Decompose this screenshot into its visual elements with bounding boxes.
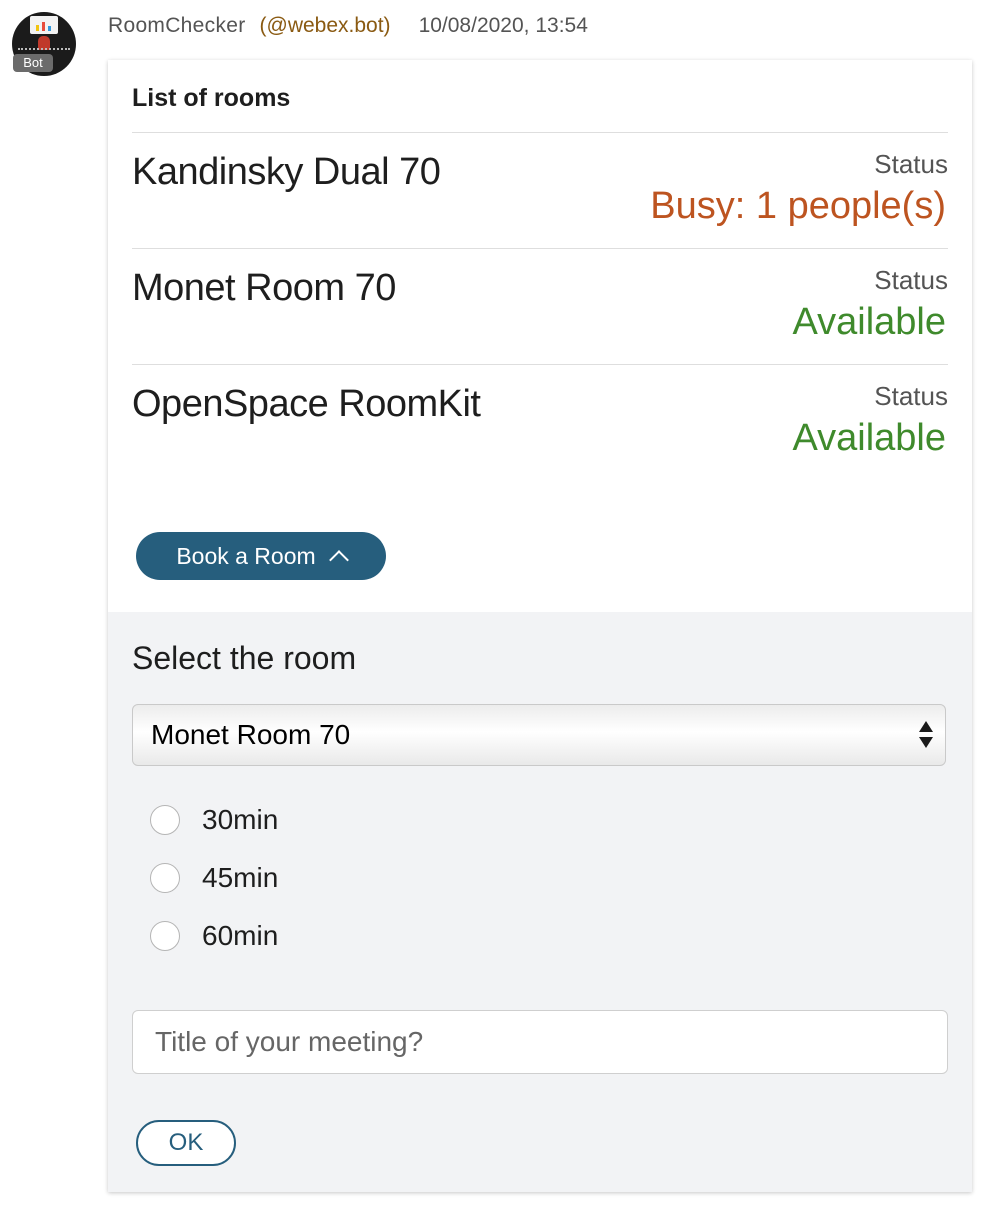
meeting-title-input[interactable]: [132, 1010, 948, 1074]
duration-label: 60min: [202, 920, 279, 951]
ok-button[interactable]: OK: [136, 1120, 236, 1166]
message-header: RoomChecker (@webex.bot) 10/08/2020, 13:…: [108, 12, 588, 40]
room-name: Kandinsky Dual 70: [132, 151, 441, 193]
room-status-value: Busy: 1 people(s): [650, 185, 946, 227]
book-a-room-button[interactable]: Book a Room: [136, 532, 386, 580]
select-arrows-icon: [919, 721, 933, 749]
room-name: OpenSpace RoomKit: [132, 383, 481, 425]
room-status-label: Status: [874, 265, 948, 295]
room-select-value: Monet Room 70: [151, 719, 351, 750]
room-status-value: Available: [792, 301, 946, 343]
room-row: Monet Room 70 Status Available: [132, 248, 948, 364]
sender-handle: (@webex.bot): [259, 14, 391, 37]
room-status-value: Available: [792, 417, 946, 459]
duration-label: 30min: [202, 804, 279, 835]
book-a-room-label: Book a Room: [176, 542, 316, 569]
booking-form: Select the room Monet Room 70 30min 45mi…: [108, 612, 972, 1192]
room-row: OpenSpace RoomKit Status Available: [132, 364, 948, 480]
duration-option-30min[interactable]: 30min: [150, 802, 278, 838]
chevron-up-icon: [328, 550, 349, 570]
radio-circle[interactable]: [150, 863, 180, 893]
room-list: Kandinsky Dual 70 Status Busy: 1 people(…: [132, 132, 948, 480]
duration-option-60min[interactable]: 60min: [150, 918, 278, 954]
duration-option-45min[interactable]: 45min: [150, 860, 278, 896]
whiteboard-icon: [30, 16, 58, 34]
room-select[interactable]: Monet Room 70: [132, 704, 946, 766]
card-title: List of rooms: [132, 84, 291, 112]
room-name: Monet Room 70: [132, 267, 396, 309]
duration-label: 45min: [202, 862, 279, 893]
adaptive-card: List of rooms Kandinsky Dual 70 Status B…: [108, 60, 972, 1192]
bot-badge: Bot: [13, 54, 53, 72]
radio-circle[interactable]: [150, 805, 180, 835]
room-status-label: Status: [874, 381, 948, 411]
select-room-label: Select the room: [132, 640, 357, 676]
message-timestamp: 10/08/2020, 13:54: [418, 14, 588, 37]
radio-circle[interactable]: [150, 921, 180, 951]
room-status-label: Status: [874, 149, 948, 179]
room-row: Kandinsky Dual 70 Status Busy: 1 people(…: [132, 132, 948, 248]
sender-name[interactable]: RoomChecker: [108, 14, 246, 38]
